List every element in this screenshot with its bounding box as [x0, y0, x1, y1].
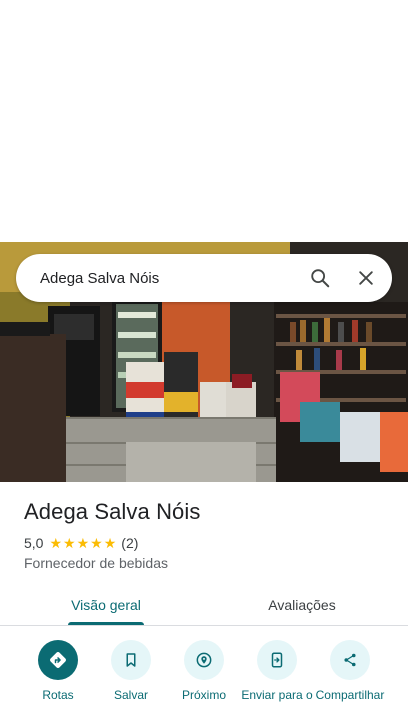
save-label: Salvar [113, 688, 148, 702]
nearby-button[interactable]: Próximo [166, 640, 242, 703]
save-button[interactable]: Salvar [93, 640, 169, 703]
nearby-icon [184, 640, 224, 680]
place-category: Fornecedor de bebidas [24, 555, 168, 571]
send-to-phone-icon [257, 640, 297, 680]
star-rating: ★ ★ ★ ★ ★ [49, 536, 117, 550]
search-icon[interactable] [300, 258, 340, 298]
close-icon[interactable] [346, 258, 386, 298]
search-input[interactable]: Adega Salva Nóis [40, 270, 300, 287]
directions-icon [38, 640, 78, 680]
place-title: Adega Salva Nóis [24, 499, 201, 524]
directions-button[interactable]: Rotas [20, 640, 96, 703]
rating-value: 5,0 [24, 535, 44, 551]
star-icon: ★ [76, 535, 90, 551]
share-label: Compartilhar [315, 688, 385, 702]
bookmark-icon [111, 640, 151, 680]
star-icon: ★ [49, 535, 63, 551]
action-bar: Rotas Salvar Próximo Enviar para o Compa [0, 640, 408, 724]
review-count[interactable]: (2) [121, 535, 138, 551]
directions-label: Rotas [42, 688, 74, 702]
tab-reviews[interactable]: Avaliações [242, 584, 362, 626]
active-tab-indicator [68, 622, 144, 625]
share-button[interactable]: Compartilhar [312, 640, 388, 703]
tab-overview[interactable]: Visão geral [58, 584, 154, 626]
share-icon [330, 640, 370, 680]
star-icon: ★ [63, 535, 76, 551]
nearby-label: Próximo [181, 688, 226, 702]
send-to-phone-button[interactable]: Enviar para o [239, 640, 315, 703]
tab-bar: Visão geral Avaliações [0, 584, 408, 626]
send-to-phone-label: Enviar para o [241, 688, 313, 702]
place-details-page: Adega Salva Nóis Adega Salva Nóis 5,0 ★ … [0, 0, 408, 724]
star-icon: ★ [103, 535, 117, 551]
search-bar[interactable]: Adega Salva Nóis [16, 254, 392, 302]
rating-row[interactable]: 5,0 ★ ★ ★ ★ ★ (2) [24, 535, 138, 551]
star-icon: ★ [90, 535, 103, 551]
